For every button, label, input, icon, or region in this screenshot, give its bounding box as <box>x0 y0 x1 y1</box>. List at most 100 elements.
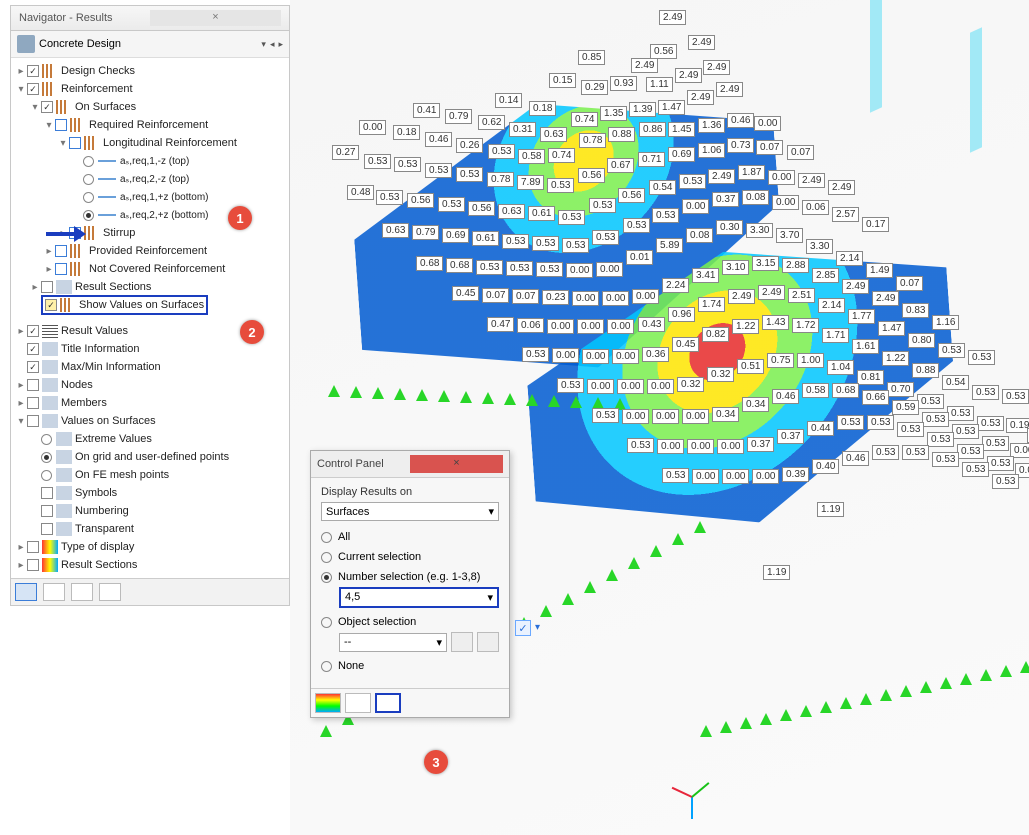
tree-item-result-sections-2[interactable]: ▸Result Sections <box>15 556 287 574</box>
stirrup-icon <box>84 226 100 240</box>
value-label: 0.00 <box>717 439 744 454</box>
tree-item-transparent[interactable]: ▸Transparent <box>15 520 287 538</box>
value-label: 1.22 <box>732 319 759 334</box>
control-panel-footer <box>311 688 509 717</box>
ext-icon <box>56 432 72 446</box>
value-label: 0.07 <box>512 289 539 304</box>
value-label: 1.87 <box>738 165 765 180</box>
tree-item-members[interactable]: ▸Members <box>15 394 287 412</box>
radio-none[interactable]: None <box>321 660 499 672</box>
value-label: 1.74 <box>698 297 725 312</box>
control-panel-title: Control Panel <box>317 458 410 470</box>
value-label: 0.53 <box>987 456 1014 471</box>
radio-current-selection[interactable]: Current selection <box>321 551 499 563</box>
reinf-icon <box>42 82 58 96</box>
value-label: 0.14 <box>495 93 522 108</box>
tab-display-icon[interactable] <box>43 583 65 601</box>
vos-icon <box>42 414 58 428</box>
prov-icon <box>70 244 86 258</box>
value-label: 0.00 <box>772 195 799 210</box>
tree-item-numbering[interactable]: ▸Numbering <box>15 502 287 520</box>
tree-item-nodes[interactable]: ▸Nodes <box>15 376 287 394</box>
navigator-title: Navigator - Results <box>19 12 150 24</box>
control-panel-title-bar[interactable]: Control Panel × <box>311 451 509 478</box>
tab-factors-icon[interactable] <box>345 693 371 713</box>
tree-item-provided[interactable]: ▸Provided Reinforcement <box>15 242 287 260</box>
value-label: 0.36 <box>642 347 669 362</box>
close-icon[interactable]: × <box>410 455 503 473</box>
display-results-select[interactable]: Surfaces▾ <box>321 502 499 521</box>
value-label: 0.53 <box>662 468 689 483</box>
object-selection-input[interactable]: --▾ <box>339 633 447 652</box>
navigator-combo[interactable]: Concrete Design ▾ ◂ ▸ <box>11 31 289 58</box>
navigator-title-bar[interactable]: Navigator - Results × <box>11 6 289 31</box>
value-label: 1.47 <box>878 321 905 336</box>
tab-views-icon[interactable] <box>71 583 93 601</box>
tab-filter-icon[interactable] <box>375 693 401 713</box>
value-label: 2.49 <box>675 68 702 83</box>
value-label: 0.07 <box>482 288 509 303</box>
value-label: 3.15 <box>752 256 779 271</box>
close-icon[interactable]: × <box>150 10 281 26</box>
value-label: 0.93 <box>610 76 637 91</box>
value-label: 3.30 <box>806 239 833 254</box>
value-label: 0.53 <box>938 343 965 358</box>
value-label: 0.39 <box>782 467 809 482</box>
tree-item-r2[interactable]: ▸aₛ,req,2,-z (top) <box>15 170 287 188</box>
tree-item-on-surfaces[interactable]: ▾On Surfaces <box>15 98 287 116</box>
chevron-right-icon[interactable]: ▸ <box>278 39 283 50</box>
tree-item-r1[interactable]: ▸aₛ,req,1,-z (top) <box>15 152 287 170</box>
value-label: 0.88 <box>608 127 635 142</box>
tree-item-result-sections[interactable]: ▸Result Sections <box>15 278 287 296</box>
number-selection-input[interactable]: 4,5▾ <box>339 587 499 608</box>
value-label: 0.83 <box>902 303 929 318</box>
value-label: 0.06 <box>517 318 544 333</box>
radio-object-selection[interactable]: Object selection <box>321 616 499 628</box>
tree-item-extreme[interactable]: ▸Extreme Values <box>15 430 287 448</box>
value-label: 0.37 <box>777 429 804 444</box>
value-label: 0.00 <box>687 439 714 454</box>
value-label: 1.71 <box>822 328 849 343</box>
grid-icon <box>56 450 72 464</box>
tree-item-type-of-display[interactable]: ▸Type of display <box>15 538 287 556</box>
radio-number-selection[interactable]: Number selection (e.g. 1-3,8) <box>321 571 499 583</box>
tree-item-maxmin[interactable]: ▸Max/Min Information <box>15 358 287 376</box>
value-label: 0.00 <box>602 291 629 306</box>
value-label: 0.53 <box>962 462 989 477</box>
value-label: 0.61 <box>528 206 555 221</box>
value-label: 0.00 <box>692 469 719 484</box>
radio-all[interactable]: All <box>321 531 499 543</box>
members-icon <box>42 396 58 410</box>
value-label: 0.71 <box>638 152 665 167</box>
tab-data-icon[interactable] <box>15 583 37 601</box>
value-label: 1.39 <box>629 102 656 117</box>
tree-item-required[interactable]: ▾Required Reinforcement <box>15 116 287 134</box>
value-label: 2.88 <box>782 258 809 273</box>
tree-item-reinforcement[interactable]: ▾Reinforcement <box>15 80 287 98</box>
value-label: 0.31 <box>509 122 536 137</box>
value-label: 0.43 <box>638 317 665 332</box>
tree-item-on-grid[interactable]: ▸On grid and user-defined points <box>15 448 287 466</box>
tree-item-values-on-surfaces[interactable]: ▾Values on Surfaces <box>15 412 287 430</box>
tree-item-not-covered[interactable]: ▸Not Covered Reinforcement <box>15 260 287 278</box>
value-label: 0.68 <box>416 256 443 271</box>
tab-results-icon[interactable] <box>99 583 121 601</box>
tree-item-longitudinal[interactable]: ▾Longitudinal Reinforcement <box>15 134 287 152</box>
value-label: 2.49 <box>798 173 825 188</box>
tree-item-design-checks[interactable]: ▸Design Checks <box>15 62 287 80</box>
pick-icon[interactable] <box>451 632 473 652</box>
tree-item-symbols[interactable]: ▸Symbols <box>15 484 287 502</box>
tree-item-r3[interactable]: ▸aₛ,req,1,+z (bottom) <box>15 188 287 206</box>
chevron-left-icon[interactable]: ◂ <box>270 39 275 50</box>
pick2-icon[interactable] <box>477 632 499 652</box>
value-label: 0.40 <box>812 459 839 474</box>
apply-chevron-icon[interactable]: ▾ <box>535 622 540 633</box>
tab-color-scale-icon[interactable] <box>315 693 341 713</box>
value-label: 1.22 <box>882 351 909 366</box>
value-label: 5.89 <box>656 238 683 253</box>
tree-item-on-fe[interactable]: ▸On FE mesh points <box>15 466 287 484</box>
value-label: 0.56 <box>618 188 645 203</box>
axes-gizmo[interactable] <box>669 775 719 825</box>
apply-check-icon[interactable]: ✓ <box>515 620 531 636</box>
tree-item-show-values[interactable]: ▸Show Values on Surfaces <box>15 296 287 314</box>
